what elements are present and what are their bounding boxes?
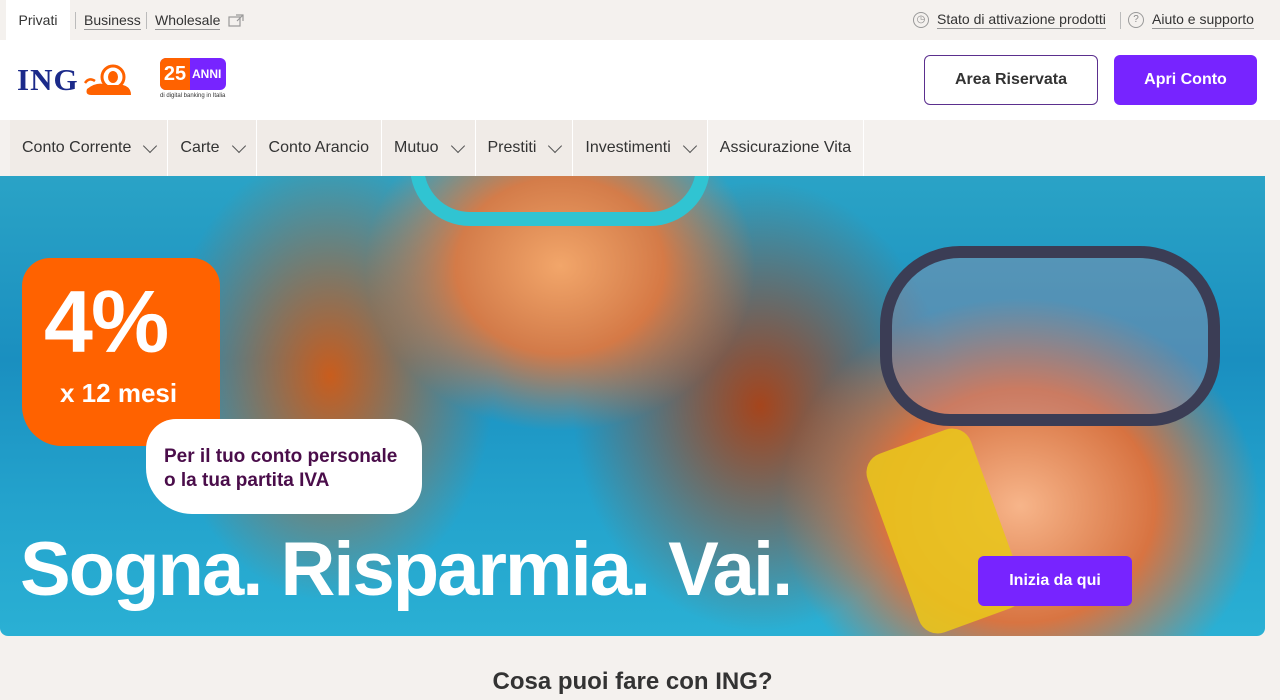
help-support-label: Aiuto e supporto	[1152, 11, 1254, 29]
nav-item-label: Conto Corrente	[22, 139, 132, 156]
apri-conto-button[interactable]: Apri Conto	[1114, 55, 1257, 105]
chevron-down-icon	[682, 138, 697, 154]
main-header: ING 25 ANNI di digital banking in Italia…	[0, 40, 1280, 120]
activation-status-link[interactable]: ◷ Stato di attivazione prodotti	[913, 10, 1106, 29]
rate-period: x 12 mesi	[60, 378, 178, 408]
nav-item-label: Assicurazione Vita	[719, 139, 852, 156]
divider	[146, 12, 147, 29]
promo-line-2: o la tua partita IVA	[164, 470, 330, 491]
tab-privati[interactable]: Privati	[6, 0, 70, 40]
rate-badge: 4% x 12 mesi	[22, 258, 220, 446]
top-utility-bar: Privati Business Wholesale ◷ Stato di at…	[0, 0, 1280, 40]
tab-business[interactable]: Business	[84, 11, 141, 30]
nav-item-label: Conto Arancio	[268, 139, 370, 156]
chevron-down-icon	[450, 138, 465, 154]
lion-icon	[83, 64, 131, 95]
rate-value: 4%	[44, 272, 169, 371]
external-link-icon	[228, 14, 244, 27]
nav-item-mutuo[interactable]: Mutuo	[382, 120, 476, 176]
main-nav: Conto Corrente Carte Conto Arancio Mutuo…	[10, 120, 865, 176]
nav-item-prestiti[interactable]: Prestiti	[475, 120, 574, 176]
chevron-down-icon	[143, 138, 158, 154]
section-title: Cosa puoi fare con ING?	[492, 668, 773, 695]
nav-item-label: Investimenti	[585, 139, 671, 156]
anniversary-tagline: di digital banking in Italia	[160, 93, 226, 99]
nav-item-conto-arancio[interactable]: Conto Arancio	[256, 120, 383, 176]
anniversary-number: 25	[160, 58, 190, 90]
nav-item-conto-corrente[interactable]: Conto Corrente	[10, 120, 169, 176]
area-riservata-button[interactable]: Area Riservata	[924, 55, 1098, 105]
activation-status-label: Stato di attivazione prodotti	[937, 11, 1106, 29]
hero-image-goggles	[410, 176, 710, 226]
divider	[75, 12, 76, 29]
hero-image-mask	[880, 246, 1220, 426]
nav-item-label: Carte	[180, 139, 220, 156]
anniversary-word: ANNI	[192, 67, 222, 81]
nav-item-investimenti[interactable]: Investimenti	[573, 120, 708, 176]
nav-item-assicurazione-vita[interactable]: Assicurazione Vita	[707, 120, 865, 176]
inizia-da-qui-button[interactable]: Inizia da qui	[978, 556, 1132, 606]
divider	[1120, 12, 1121, 29]
nav-item-carte[interactable]: Carte	[168, 120, 257, 176]
question-icon: ?	[1128, 11, 1144, 28]
nav-item-label: Mutuo	[394, 139, 439, 156]
chevron-down-icon	[231, 138, 246, 154]
tab-wholesale[interactable]: Wholesale	[155, 11, 221, 30]
hero-headline: Sogna. Risparmia. Vai.	[20, 527, 793, 612]
ing-logo[interactable]: ING	[17, 62, 133, 98]
promo-line-1: Per il tuo conto personale	[164, 446, 398, 467]
anniversary-badge: 25 ANNI di digital banking in Italia	[160, 58, 226, 99]
logo-text: ING	[17, 62, 79, 97]
chevron-down-icon	[548, 138, 563, 154]
hero-banner: 4% x 12 mesi Per il tuo conto personale …	[0, 176, 1265, 636]
promo-bubble: Per il tuo conto personale o la tua part…	[146, 419, 422, 514]
help-support-link[interactable]: ? Aiuto e supporto	[1128, 10, 1254, 29]
nav-item-label: Prestiti	[487, 139, 537, 156]
clock-icon: ◷	[913, 11, 929, 28]
